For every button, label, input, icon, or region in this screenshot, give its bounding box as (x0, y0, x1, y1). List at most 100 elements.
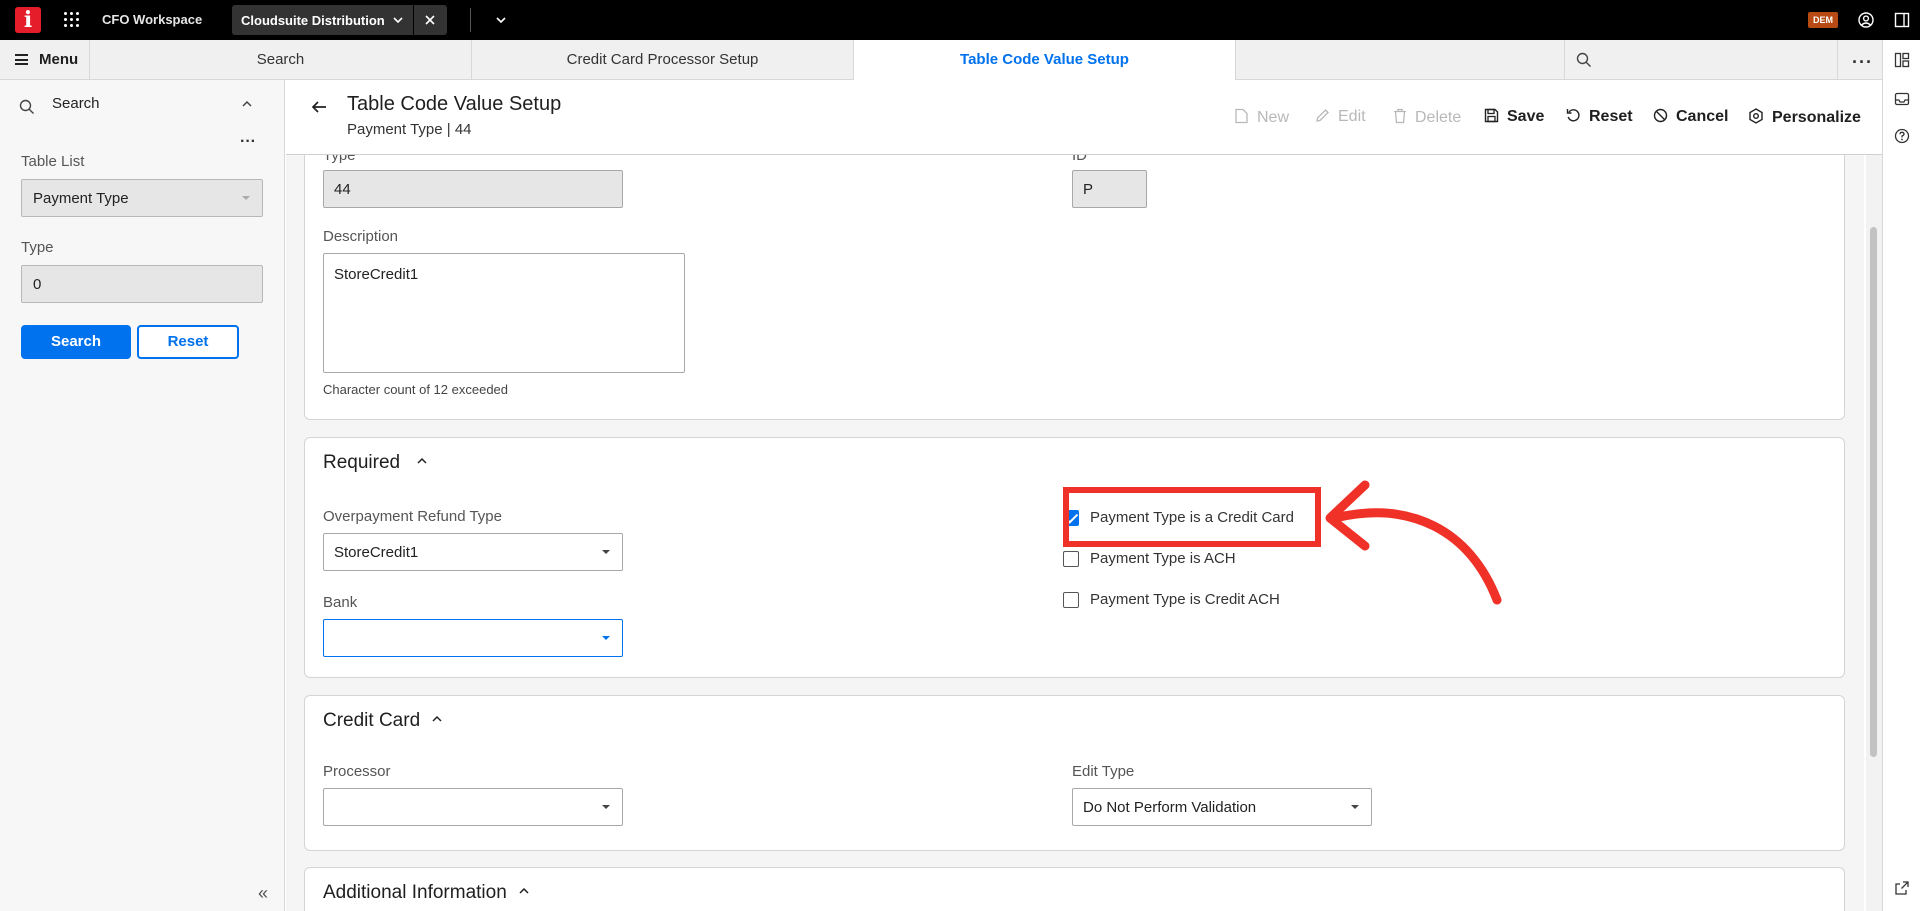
description-value: StoreCredit1 (334, 266, 419, 283)
bank-label: Bank (323, 594, 358, 611)
overpayment-refund-type-label: Overpayment Refund Type (323, 508, 502, 525)
scrollbar-thumb[interactable] (1870, 227, 1877, 757)
pencil-icon (1315, 108, 1330, 128)
dropdown-arrow-icon (1351, 805, 1359, 809)
new-document-icon (1234, 108, 1249, 129)
chevron-up-icon[interactable] (517, 884, 531, 902)
chevron-down-icon[interactable] (494, 13, 508, 31)
type-field-value: 44 (334, 181, 351, 198)
infor-logo[interactable]: i (15, 7, 41, 33)
dropdown-arrow-icon (242, 196, 250, 200)
annotation-highlight-box (1063, 487, 1321, 547)
search-icon (1576, 52, 1592, 72)
top-bar: i CFO Workspace Cloudsuite Distribution … (0, 0, 1920, 40)
table-list-label: Table List (21, 153, 85, 170)
scrollbar[interactable] (1866, 155, 1882, 911)
more-icon[interactable]: ··· (240, 133, 256, 151)
ach-checkbox[interactable] (1063, 551, 1079, 567)
more-icon[interactable]: ··· (1852, 52, 1873, 73)
app-tab-cloudsuite[interactable]: Cloudsuite Distribution (232, 5, 447, 35)
type-value: 0 (33, 276, 42, 293)
table-list-select[interactable]: Payment Type (21, 179, 263, 217)
tab-search[interactable]: Search (90, 40, 472, 80)
bank-select[interactable] (323, 619, 623, 657)
divider (470, 8, 471, 32)
overpayment-refund-type-value: StoreCredit1 (334, 544, 419, 561)
trash-icon (1393, 108, 1407, 129)
ach-checkbox-row[interactable]: Payment Type is ACH (1063, 549, 1313, 569)
dropdown-arrow-icon (602, 636, 610, 640)
cancel-label: Cancel (1676, 108, 1729, 125)
save-icon (1484, 108, 1499, 128)
processor-select[interactable] (323, 788, 623, 826)
hamburger-icon (15, 54, 28, 65)
credit-card-section-title: Credit Card (323, 710, 421, 731)
reset-button[interactable]: Reset (137, 325, 239, 359)
workspace-title[interactable]: CFO Workspace (102, 12, 202, 27)
chevron-down-icon[interactable] (391, 13, 405, 31)
menu-button[interactable]: Menu (0, 40, 90, 80)
page-title: Table Code Value Setup (347, 93, 562, 115)
search-icon (19, 99, 35, 119)
reset-toolbar-button[interactable]: Reset (1566, 108, 1633, 128)
new-label: New (1257, 109, 1290, 126)
credit-ach-checkbox-row[interactable]: Payment Type is Credit ACH (1063, 590, 1313, 610)
description-textarea[interactable]: StoreCredit1 (323, 253, 685, 373)
edit-label: Edit (1338, 108, 1366, 125)
description-hint: Character count of 12 exceeded (323, 382, 509, 397)
user-icon[interactable] (1858, 12, 1874, 32)
tab-table-code-value-setup[interactable]: Table Code Value Setup (854, 40, 1236, 81)
new-button[interactable]: New (1234, 108, 1289, 129)
save-label: Save (1507, 108, 1545, 125)
description-label: Description (323, 228, 399, 245)
credit-ach-checkbox-label: Payment Type is Credit ACH (1090, 591, 1280, 608)
chevron-up-icon[interactable] (415, 454, 429, 472)
environment-badge: DEM (1808, 12, 1838, 28)
overpayment-refund-type-select[interactable]: StoreCredit1 (323, 533, 623, 571)
type-label: Type (21, 239, 54, 256)
chevron-up-icon[interactable] (240, 97, 254, 115)
app-grid-icon[interactable] (64, 12, 80, 28)
required-section: Required Overpayment Refund Type StoreCr… (304, 437, 1845, 678)
reset-label: Reset (1589, 108, 1633, 125)
type-field[interactable]: 44 (323, 170, 623, 208)
page-subtitle: Payment Type | 44 (347, 121, 472, 138)
table-list-value: Payment Type (33, 190, 129, 207)
general-section: Type 44 ID P Description StoreCredit1 Ch… (304, 155, 1845, 420)
collapse-panel-icon[interactable]: « (258, 883, 268, 904)
search-panel: Search ··· Table List Payment Type Type … (0, 80, 285, 911)
side-panel-icon[interactable] (1894, 12, 1910, 32)
save-button[interactable]: Save (1484, 108, 1544, 128)
right-rail (1882, 40, 1920, 911)
app-tab-label: Cloudsuite Distribution (241, 13, 385, 28)
tab-credit-card-processor-setup[interactable]: Credit Card Processor Setup (472, 40, 854, 80)
delete-label: Delete (1415, 109, 1462, 126)
menu-label: Menu (39, 51, 79, 68)
delete-button[interactable]: Delete (1393, 108, 1461, 129)
global-search-input[interactable] (1564, 40, 1838, 80)
personalize-label: Personalize (1772, 109, 1861, 126)
credit-ach-checkbox[interactable] (1063, 592, 1079, 608)
chevron-up-icon[interactable] (430, 712, 444, 730)
page-header: Table Code Value Setup Payment Type | 44… (286, 80, 1882, 155)
type-input[interactable]: 0 (21, 265, 263, 303)
dropdown-arrow-icon (602, 805, 610, 809)
search-button[interactable]: Search (21, 325, 131, 359)
close-icon[interactable] (422, 12, 438, 32)
layout-icon[interactable] (1894, 52, 1910, 72)
credit-card-section: Credit Card Processor Edit Type Do Not P… (304, 695, 1845, 851)
id-field[interactable]: P (1072, 170, 1147, 208)
inbox-icon[interactable] (1894, 91, 1910, 111)
back-arrow-icon[interactable] (310, 98, 328, 120)
processor-label: Processor (323, 763, 391, 780)
cancel-icon (1653, 108, 1668, 128)
required-section-title: Required (323, 452, 401, 473)
edit-type-select[interactable]: Do Not Perform Validation (1072, 788, 1372, 826)
help-icon[interactable] (1894, 128, 1910, 148)
external-link-icon[interactable] (1894, 880, 1910, 900)
cancel-button[interactable]: Cancel (1653, 108, 1728, 128)
edit-type-label: Edit Type (1072, 763, 1135, 780)
edit-button[interactable]: Edit (1315, 108, 1366, 128)
personalize-icon (1748, 108, 1764, 129)
personalize-button[interactable]: Personalize (1748, 108, 1861, 129)
